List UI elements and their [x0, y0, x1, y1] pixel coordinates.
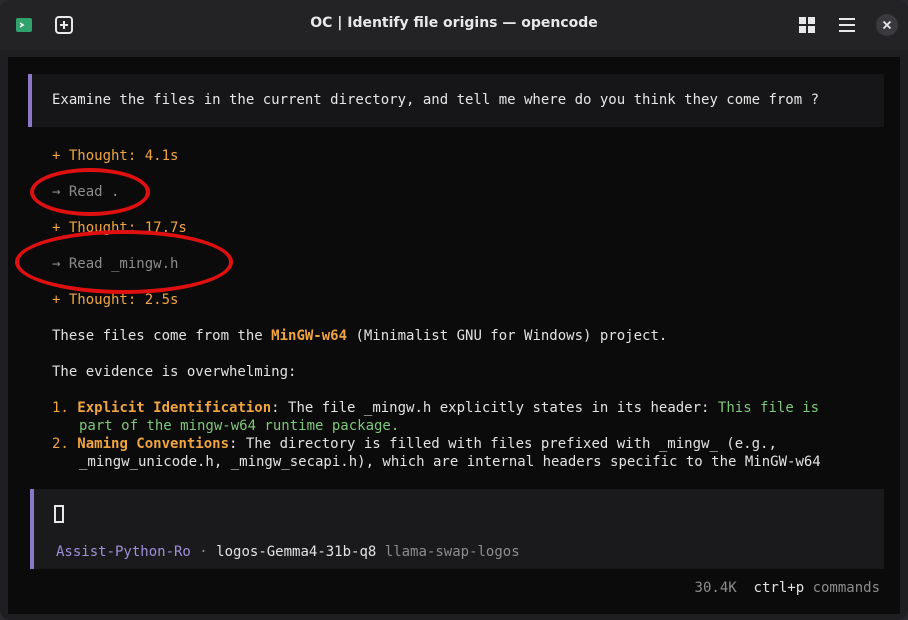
answer-text: (Minimalist GNU for Windows) project.	[347, 328, 668, 344]
list-number: 2.	[52, 436, 69, 452]
terminal-window: OC | Identify file origins — opencode Ex…	[0, 0, 908, 620]
close-icon[interactable]	[876, 14, 898, 36]
thought-step: + Thought: 2.5s	[52, 292, 179, 308]
project-name: MinGW-w64	[271, 328, 348, 344]
text-cursor	[54, 505, 64, 523]
answer-paragraph-2: The evidence is overwhelming:	[52, 364, 297, 380]
user-message: Examine the files in the current directo…	[28, 74, 884, 127]
token-count: 30.4K	[694, 580, 737, 596]
shortcut-label: commands	[812, 580, 880, 596]
answer-text: These files come from the	[52, 328, 272, 344]
hamburger-menu-icon[interactable]	[836, 14, 858, 36]
thought-step: + Thought: 4.1s	[52, 148, 179, 164]
answer-paragraph-1: These files come from the MinGW-w64 (Min…	[52, 327, 667, 345]
list-item-title: Explicit Identification	[77, 400, 272, 416]
agent-name[interactable]: Assist-Python-Ro	[56, 544, 191, 560]
list-number: 1.	[52, 400, 69, 416]
chat-input[interactable]: Assist-Python-Ro · logos-Gemma4-31b-q8 l…	[30, 489, 884, 569]
quote-text: part of the mingw-w64 runtime package.	[79, 418, 400, 434]
window-title: OC | Identify file origins — opencode	[310, 15, 598, 31]
list-item-text: _mingw_unicode.h, _mingw_secapi.h), whic…	[79, 454, 821, 470]
shortcut-key[interactable]: ctrl+p	[754, 580, 805, 596]
list-item: 1. Explicit Identification: The file _mi…	[52, 399, 819, 417]
terminal-content: Examine the files in the current directo…	[8, 57, 900, 614]
list-item-title: Naming Conventions	[77, 436, 230, 452]
model-name[interactable]: logos-Gemma4-31b-q8	[216, 544, 376, 560]
input-status-line: Assist-Python-Ro · logos-Gemma4-31b-q8 l…	[56, 543, 520, 561]
list-item-text: : The file _mingw.h explicitly states in…	[271, 400, 718, 416]
grid-view-icon[interactable]	[796, 14, 818, 36]
list-item-text: : The directory is filled with files pre…	[229, 436, 777, 452]
read-step: → Read _mingw.h	[52, 256, 179, 272]
list-item: 2. Naming Conventions: The directory is …	[52, 435, 777, 453]
thought-step: + Thought: 17.7s	[52, 220, 187, 236]
quote-text: This file is	[717, 400, 820, 416]
provider-name: llama-swap-logos	[384, 544, 520, 560]
user-prompt-text: Examine the files in the current directo…	[52, 92, 820, 108]
separator: ·	[199, 544, 208, 560]
title-bar: OC | Identify file origins — opencode	[0, 0, 908, 50]
read-step: → Read .	[52, 184, 120, 200]
status-bar: 30.4K ctrl+p commands	[695, 579, 880, 597]
